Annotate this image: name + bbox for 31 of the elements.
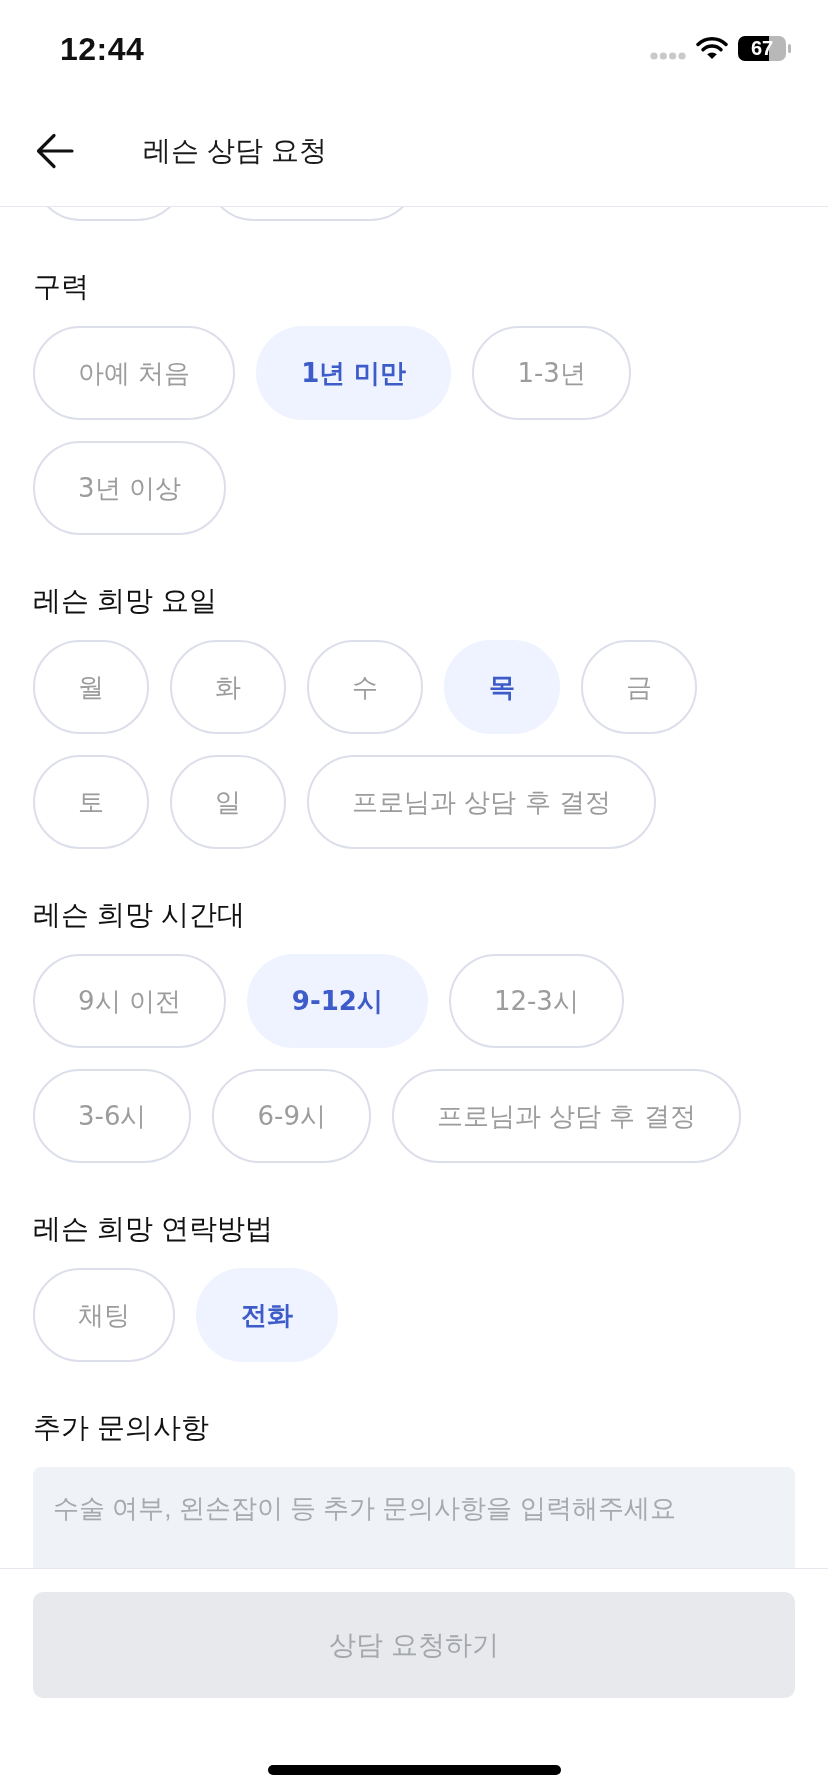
option-chip[interactable]: 3년 이상 bbox=[33, 441, 226, 535]
option-chip[interactable]: 1년 미만 bbox=[256, 326, 452, 420]
option-chip[interactable]: 9시 이전 bbox=[33, 954, 226, 1048]
option-chip[interactable]: 12-3시 bbox=[448, 954, 624, 1048]
option-chip[interactable]: 수 bbox=[307, 640, 423, 734]
section-label: 구력 bbox=[33, 270, 89, 304]
option-chip[interactable]: 1-3년 bbox=[472, 326, 631, 420]
inquiry-field[interactable]: 수술 여부, 왼손잡이 등 추가 문의사항을 입력해주세요 bbox=[33, 1467, 795, 1568]
option-chip[interactable]: 프로님과 상담 후 결정 bbox=[307, 755, 656, 849]
signal-dots-icon bbox=[650, 52, 686, 60]
section-label: 레슨 희망 요일 bbox=[33, 584, 217, 618]
option-chip[interactable]: 채팅 bbox=[33, 1268, 175, 1362]
section-label: 추가 문의사항 bbox=[33, 1411, 209, 1445]
option-chip[interactable]: 일 bbox=[170, 755, 286, 849]
option-chip[interactable]: 금 bbox=[581, 640, 697, 734]
option-chip[interactable]: 6-9시 bbox=[212, 1069, 371, 1163]
option-chip[interactable]: 프로님과 상담 후 결정 bbox=[391, 1069, 741, 1163]
option-chip[interactable]: 3-6시 bbox=[33, 1069, 192, 1163]
page-title: 레슨 상담 요청 bbox=[143, 134, 327, 168]
option-chip[interactable]: 목 bbox=[444, 640, 560, 734]
wifi-icon bbox=[696, 35, 728, 59]
status-time: 12:44 bbox=[60, 30, 145, 68]
option-chip[interactable]: 아예 처음 bbox=[33, 326, 236, 420]
option-chip[interactable]: 전화 bbox=[196, 1268, 338, 1362]
section-label: 레슨 희망 연락방법 bbox=[33, 1212, 273, 1246]
option-chip[interactable]: 9-12시 bbox=[246, 954, 428, 1048]
option-chip[interactable]: 화 bbox=[170, 640, 286, 734]
section-label: 레슨 희망 시간대 bbox=[33, 898, 245, 932]
back-arrow-icon[interactable] bbox=[36, 133, 74, 169]
option-chip[interactable]: 월 bbox=[33, 640, 149, 734]
option-chip[interactable]: 토 bbox=[33, 755, 149, 849]
